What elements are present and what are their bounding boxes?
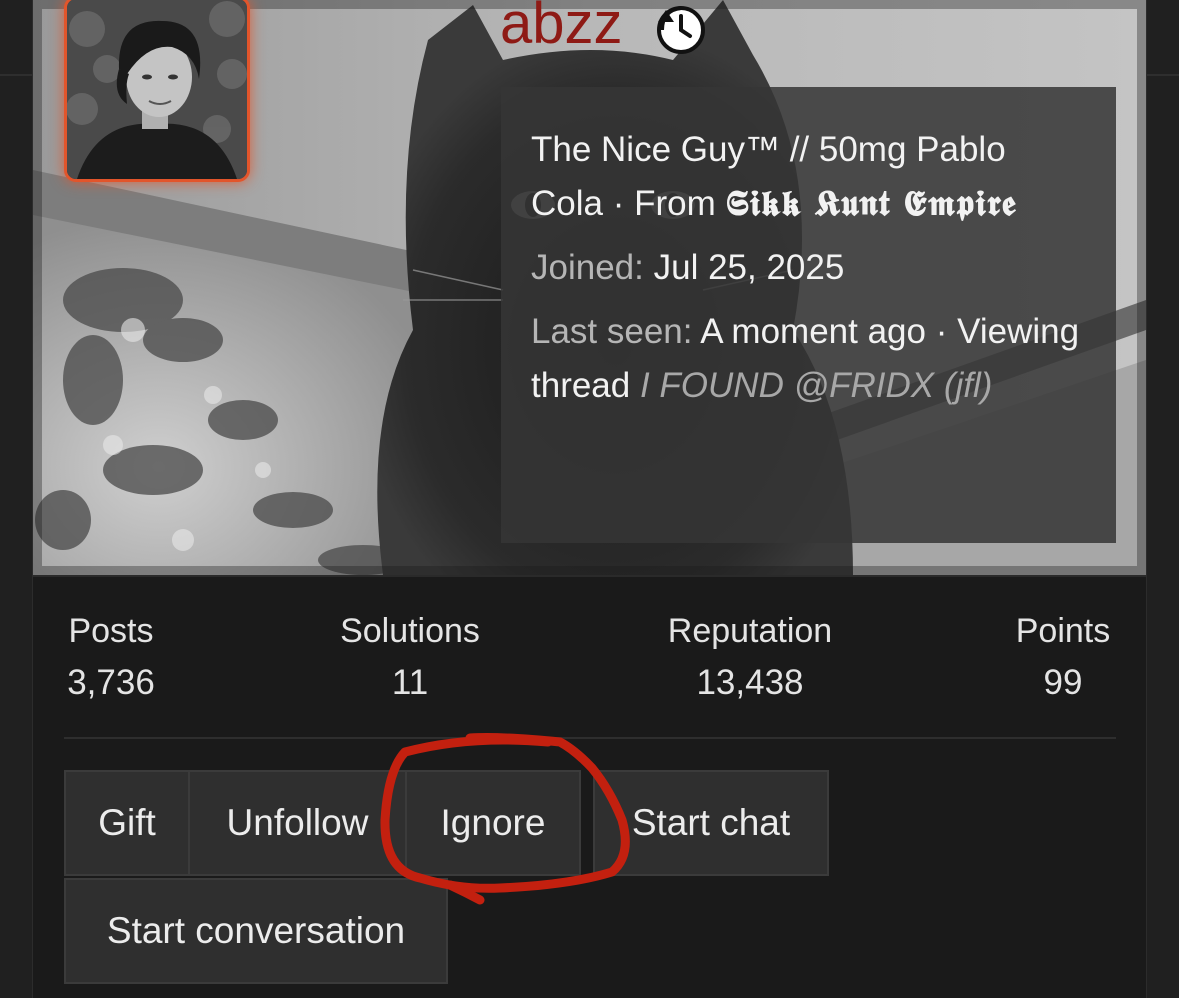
replay-badge-icon (652, 0, 710, 58)
stat-label: Reputation (667, 612, 833, 650)
joined-label: Joined: (531, 248, 644, 287)
stat-posts[interactable]: Posts 3,736 (55, 607, 167, 711)
stat-reputation[interactable]: Reputation 13,438 (648, 607, 852, 711)
gutter-divider-right (1147, 74, 1179, 76)
profile-card-page: abzz The Nice Guy™ // 50mg Pablo Cola · … (0, 0, 1179, 998)
joined-date: Jul 25, 2025 (653, 248, 845, 287)
stat-solutions[interactable]: Solutions 11 (325, 607, 495, 711)
joined-line: Joined: Jul 25, 2025 (531, 241, 1086, 295)
stat-label: Solutions (340, 612, 480, 650)
start-conversation-button[interactable]: Start conversation (64, 878, 448, 984)
start-chat-button[interactable]: Start chat (593, 770, 829, 876)
ignore-button[interactable]: Ignore (405, 770, 581, 876)
viewing-thread-link[interactable]: I FOUND @FRIDX (jfl) (640, 366, 992, 405)
profile-info-panel: The Nice Guy™ // 50mg Pablo Cola · From … (501, 87, 1116, 543)
separator-dot: · (612, 184, 625, 223)
stat-label: Posts (68, 612, 154, 650)
gift-button[interactable]: Gift (64, 770, 190, 876)
stat-value: 11 (391, 663, 429, 702)
profile-stats: Posts 3,736 Solutions 11 Reputation 13,4… (33, 577, 1146, 737)
stat-value: 99 (1043, 663, 1083, 702)
last-seen-line: Last seen: A moment ago · Viewing thread… (531, 305, 1086, 413)
avatar-photo (67, 0, 247, 179)
stat-points[interactable]: Points 99 (1001, 607, 1125, 711)
gift-button-label: Gift (98, 802, 156, 843)
start-conversation-button-label: Start conversation (106, 910, 406, 951)
right-gutter (1146, 0, 1179, 998)
location-text: 𝕾𝖎𝖐𝖐 𝕶𝖚𝖓𝖙 𝕰𝖒𝖕𝖎𝖗𝖊 (725, 183, 1017, 224)
separator-dot: · (935, 312, 948, 351)
start-chat-button-label: Start chat (631, 802, 791, 843)
unfollow-button-label: Unfollow (226, 802, 369, 843)
user-avatar[interactable] (64, 0, 250, 182)
last-seen-value: A moment ago (700, 312, 926, 351)
unfollow-button[interactable]: Unfollow (188, 770, 407, 876)
left-gutter (0, 0, 33, 998)
stats-divider (64, 737, 1116, 739)
from-label: From (634, 184, 716, 223)
stat-label: Points (1015, 612, 1111, 650)
gutter-divider-left (0, 74, 32, 76)
ignore-button-label: Ignore (440, 802, 546, 843)
stat-value: 13,438 (696, 663, 804, 702)
profile-username: abzz (500, 0, 623, 56)
custom-title: The Nice Guy™ // 50mg Pablo Cola · From … (531, 123, 1086, 231)
stat-value: 3,736 (67, 663, 155, 702)
last-seen-label: Last seen: (531, 312, 693, 351)
